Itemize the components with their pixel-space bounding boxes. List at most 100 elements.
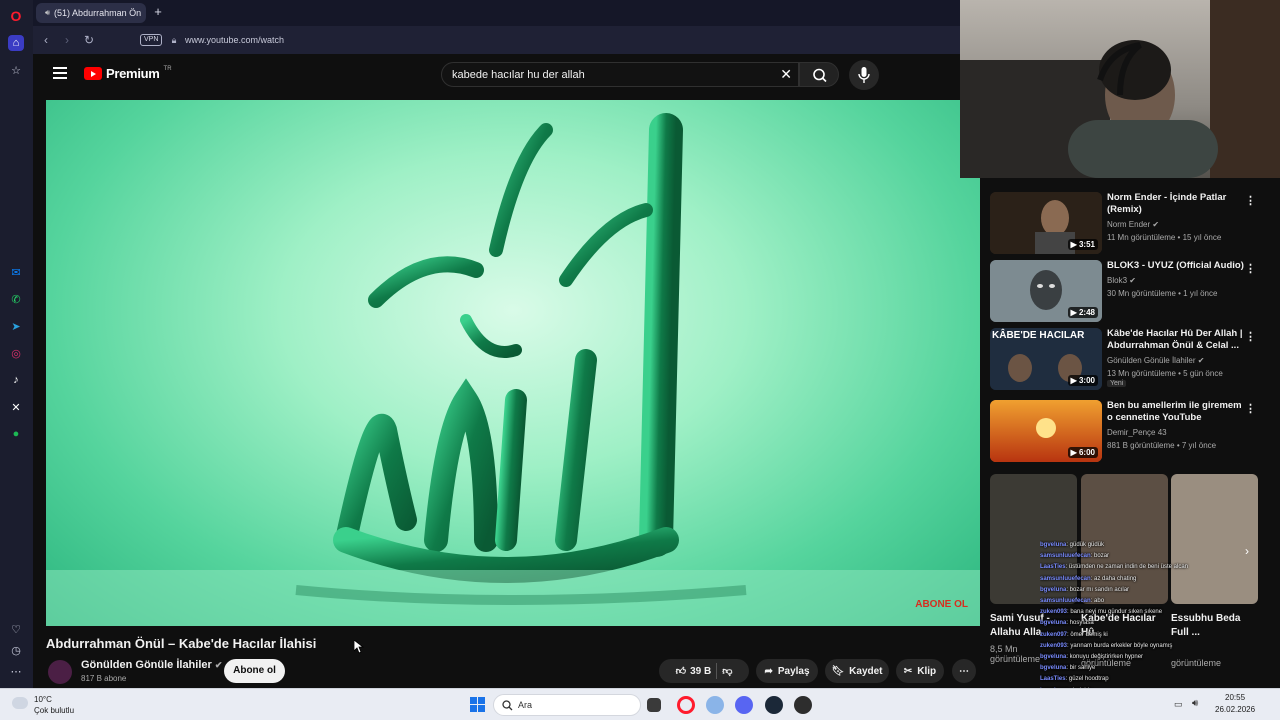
chat-message: bgveluna: hosyfasa	[1040, 618, 1230, 629]
search-icon	[813, 68, 827, 83]
search-button[interactable]	[799, 62, 839, 87]
recommendation-channel[interactable]: Demir_Pençe 43	[1107, 428, 1167, 437]
lock-icon[interactable]: 🔒︎	[166, 32, 182, 48]
youtube-logo[interactable]: Premium TR	[84, 66, 172, 81]
steam-taskbar-icon[interactable]	[765, 696, 783, 714]
reload-icon[interactable]: ↻	[81, 32, 97, 48]
bookmarks-icon[interactable]: ☆	[8, 62, 24, 78]
verified-icon: ✔	[214, 660, 223, 670]
recommendation-channel[interactable]: Norm Ender ✔	[1107, 220, 1159, 229]
voice-search-button[interactable]	[849, 60, 879, 90]
recommendation-thumbnail[interactable]: ▶︎ 2:48	[990, 260, 1102, 322]
back-icon[interactable]: ‹	[38, 32, 54, 48]
chat-text: : güdük güdük	[1066, 542, 1105, 548]
weather-description[interactable]: Çok bulutlu	[34, 706, 74, 715]
vpn-badge[interactable]: VPN	[140, 34, 163, 46]
chat-text: : bozar mı sandın acılar	[1066, 586, 1130, 593]
chat-text: : bir saniye	[1066, 665, 1096, 672]
network-icon[interactable]: ▭	[1174, 699, 1183, 710]
chat-text: : abo	[1090, 598, 1105, 605]
recommendation-title[interactable]: Norm Ender - İçinde Patlar (Remix)	[1107, 192, 1247, 216]
windows-start-icon[interactable]	[470, 697, 485, 712]
telegram-icon[interactable]: ➤	[8, 318, 24, 334]
instagram-icon[interactable]: ◎	[8, 345, 24, 361]
subscriber-count: 817 B abone	[81, 674, 127, 683]
more-actions-button[interactable]: ⋯	[952, 659, 976, 683]
messenger-icon[interactable]: ✉	[8, 264, 24, 280]
opera-logo-icon[interactable]: O	[8, 8, 24, 24]
chat-message: samsunluuefecan: abo	[1040, 596, 1230, 607]
forward-icon[interactable]: ›	[59, 32, 75, 48]
task-view-icon[interactable]	[647, 698, 661, 712]
channel-name-text: Gönülden Gönüle İlahiler	[81, 659, 212, 671]
chat-username: zuken093	[1040, 642, 1068, 649]
chat-message: zuken093: yarınam burda erkekler böyle o…	[1040, 641, 1230, 652]
video-player[interactable]: ABONE OL	[46, 100, 980, 626]
recommendation-title[interactable]: BLOK3 - UYUZ (Official Audio)	[1107, 260, 1247, 272]
obs-taskbar-icon[interactable]	[794, 696, 812, 714]
x-icon[interactable]: ✕	[8, 399, 24, 415]
recommendation-title[interactable]: Kâbe'de Hacılar Hû Der Allah | Abdurrahm…	[1107, 328, 1247, 352]
more-vertical-icon[interactable]: ⋮	[1245, 402, 1256, 415]
url-field[interactable]: www.youtube.com/watch	[185, 35, 284, 45]
recommendation-item[interactable]: ▶︎ 6:00 Ben bu amellerim ile giremem o c…	[990, 400, 1270, 462]
chat-text: : bozar	[1090, 553, 1110, 560]
whatsapp-icon[interactable]: ✆	[8, 291, 24, 307]
clip-button[interactable]: ✂ Klip	[896, 659, 944, 683]
chat-text: : üstümden ne zaman indin de beni üste a…	[1065, 564, 1188, 571]
clip-label: Klip	[917, 665, 937, 677]
channel-avatar[interactable]	[48, 660, 72, 684]
calligraphy-artwork	[46, 113, 980, 626]
recommendation-title[interactable]: Ben bu amellerim ile giremem o cennetine…	[1107, 400, 1247, 424]
recommendation-thumbnail[interactable]: KÂBE'DE HACILAR ▶︎ 3:00	[990, 328, 1102, 390]
history-icon[interactable]: ◷	[8, 642, 24, 658]
tiktok-icon[interactable]: ♪	[8, 372, 24, 388]
like-button[interactable]: 👍︎ 39 B	[676, 665, 712, 678]
discord-taskbar-icon[interactable]	[735, 696, 753, 714]
search-icon	[502, 700, 513, 711]
new-tab-button[interactable]: +	[151, 5, 165, 19]
recommendation-meta: 30 Mn görüntüleme • 1 yıl önce	[1107, 289, 1218, 298]
search-input[interactable]: kabede hacılar hu der allah ✕	[441, 62, 799, 87]
recommendation-thumbnail[interactable]: ▶︎ 3:51	[990, 192, 1102, 254]
tab-strip	[33, 0, 960, 26]
tab-youtube[interactable]: 🔊︎ (51) Abdurrahman Ön	[36, 3, 146, 23]
verified-icon: ✔	[1152, 220, 1160, 229]
cloud-icon[interactable]	[12, 697, 28, 709]
recommendation-channel[interactable]: Gönülden Gönüle İlahiler ✔	[1107, 356, 1204, 365]
save-button[interactable]: 🔖︎ Kaydet	[825, 659, 889, 683]
subscribe-overlay-badge[interactable]: ABONE OL	[915, 600, 968, 610]
more-vertical-icon[interactable]: ⋮	[1245, 330, 1256, 343]
home-icon[interactable]: ⌂	[8, 35, 24, 51]
dislike-button[interactable]: 👎︎	[722, 665, 732, 677]
channel-name[interactable]: Gönülden Gönüle İlahiler ✔	[81, 659, 222, 671]
clear-search-icon[interactable]: ✕	[780, 66, 792, 83]
address-bar: ‹ › ↻ VPN 🔒︎ www.youtube.com/watch	[33, 26, 960, 54]
chat-message: bgveluna: bozar mı sandın acılar	[1040, 585, 1230, 596]
subscribe-button[interactable]: Abone ol	[224, 659, 285, 683]
weather-temperature[interactable]: 10°C	[34, 695, 52, 704]
taskbar-search[interactable]: Ara	[493, 694, 641, 716]
recommendation-thumbnail[interactable]: ▶︎ 6:00	[990, 400, 1102, 462]
chevron-right-icon[interactable]: ›	[1245, 544, 1249, 558]
volume-icon[interactable]: 🔊︎	[1192, 698, 1198, 709]
divider	[716, 663, 718, 679]
heart-icon[interactable]: ♡	[8, 621, 24, 637]
clock-time[interactable]: 20:55	[1225, 693, 1245, 702]
recommendation-item[interactable]: KÂBE'DE HACILAR ▶︎ 3:00 Kâbe'de Hacılar …	[990, 328, 1270, 390]
opera-taskbar-icon[interactable]	[677, 696, 695, 714]
chat-username: zuken097	[1040, 631, 1068, 638]
chat-text: : ömer demiş ki	[1067, 631, 1108, 638]
more-vertical-icon[interactable]: ⋮	[1245, 194, 1256, 207]
more-icon[interactable]: ⋯	[8, 663, 24, 679]
spotify-icon[interactable]: ●	[8, 426, 24, 442]
hamburger-menu-icon[interactable]	[53, 67, 67, 79]
more-vertical-icon[interactable]: ⋮	[1245, 262, 1256, 275]
share-button[interactable]: ➦ Paylaş	[756, 659, 818, 683]
recommendation-item[interactable]: ▶︎ 2:48 BLOK3 - UYUZ (Official Audio) Bl…	[990, 260, 1270, 322]
recommendation-item[interactable]: ▶︎ 3:51 Norm Ender - İçinde Patlar (Remi…	[990, 192, 1270, 254]
recommendation-channel[interactable]: Blok3 ✔	[1107, 276, 1136, 285]
clock-date[interactable]: 26.02.2026	[1215, 705, 1255, 714]
settings-taskbar-icon[interactable]	[706, 696, 724, 714]
chat-username: samsunluuefecan	[1040, 553, 1091, 560]
